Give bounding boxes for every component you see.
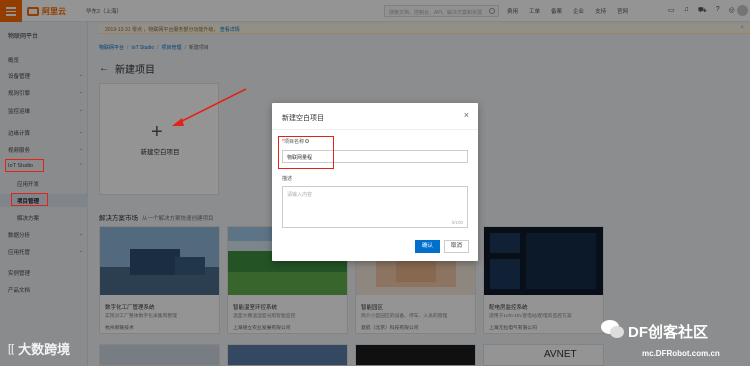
description-placeholder: 请输入内容 xyxy=(287,192,313,198)
dialog-title: 新建空白项目 xyxy=(282,115,324,122)
description-label: 描述 xyxy=(282,176,293,182)
wechat-icon xyxy=(601,320,624,338)
watermark-text: 大数跨境 xyxy=(18,342,71,357)
highlight-box-project-mgmt xyxy=(11,193,48,206)
watermark-url: mc.DFRobot.com.cn xyxy=(642,349,720,358)
watermark-name: DF创客社区 xyxy=(628,324,708,341)
new-project-dialog: 新建空白项目 × *项目名称 物联网量程 描述 请输入内容 0/100 确认 取… xyxy=(272,103,478,261)
watermark-left: [[ 大数跨境 xyxy=(8,339,70,358)
close-icon[interactable]: × xyxy=(464,111,469,120)
highlight-box-project-name xyxy=(278,136,334,169)
confirm-button[interactable]: 确认 xyxy=(415,240,440,253)
description-textarea[interactable]: 请输入内容 0/100 xyxy=(282,186,468,228)
divider xyxy=(272,129,478,130)
char-counter: 0/100 xyxy=(451,220,463,225)
highlight-box-iot-studio xyxy=(5,159,44,172)
annotation-arrow xyxy=(172,88,247,126)
watermark-right: DF创客社区 mc.DFRobot.com.cn xyxy=(598,318,748,364)
watermark-mark: [[ xyxy=(8,342,15,355)
cancel-button[interactable]: 取消 xyxy=(444,240,469,253)
